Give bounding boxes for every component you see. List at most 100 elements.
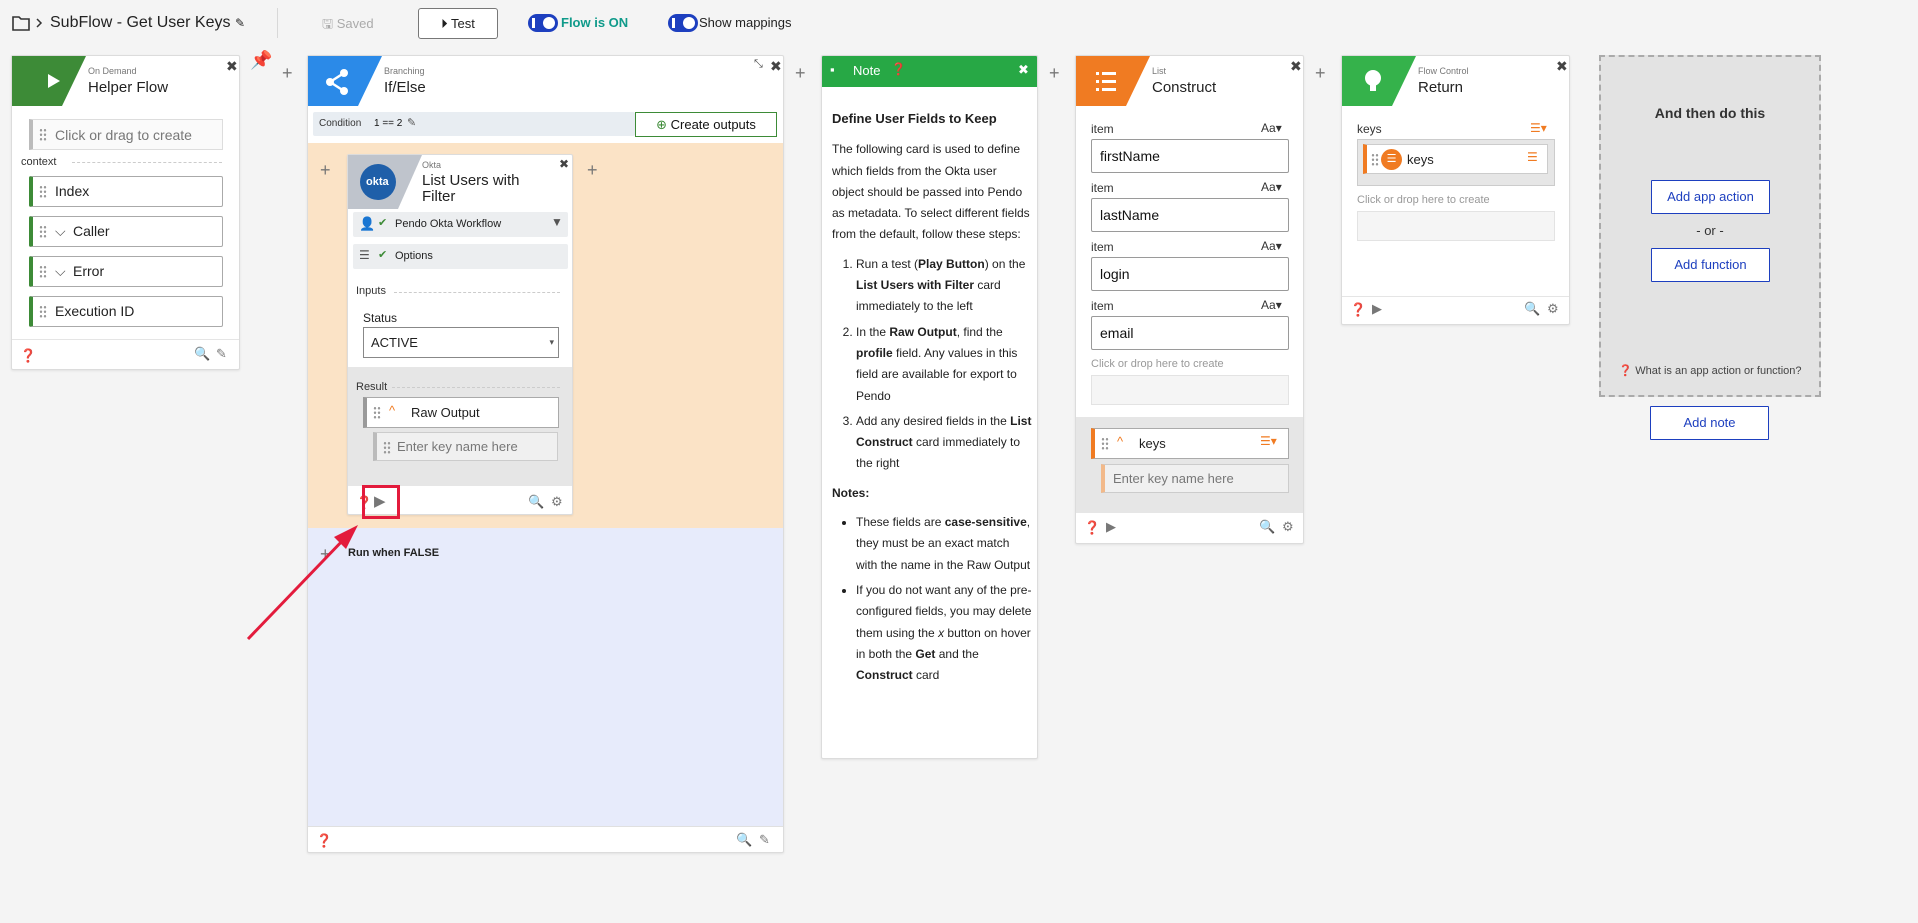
help-icon[interactable]: ❓ [1084,520,1100,536]
chevron-up-icon[interactable]: ^ [389,403,395,418]
field-index[interactable]: Index [29,176,223,207]
drop-zone[interactable] [1091,375,1289,405]
click-to-create-placeholder[interactable]: Click or drag to create [29,119,223,150]
drag-handle-icon[interactable] [1101,437,1109,451]
list-type-icon[interactable]: ☰▾ [1530,121,1547,135]
keys-pill[interactable]: ☰ keys ☰ [1363,144,1548,174]
add-card-plus[interactable]: + [1049,63,1060,84]
connection-selector[interactable]: 👤 ✔ Pendo Okta Workflow ▼ [353,212,568,237]
item-label: item [1091,240,1114,254]
note-intro: The following card is used to define whi… [832,142,1030,242]
play-icon[interactable]: ▶ [1372,301,1382,317]
pencil-icon[interactable]: ✎ [759,832,770,848]
drag-handle-icon[interactable] [39,128,47,142]
chevron-down-icon[interactable]: ⌵ [55,217,66,246]
note-card: ▪ Note ❓ ✖ Define User Fields to Keep Th… [821,55,1038,759]
status-select[interactable]: ACTIVE ▾ [363,327,559,358]
play-icon [12,56,86,106]
caret-down-icon[interactable]: ▼ [551,215,563,229]
item-input-login[interactable]: login [1091,257,1289,291]
collapse-icon[interactable]: ⤡ [754,58,763,71]
options-selector[interactable]: ☰ ✔ Options [353,244,568,269]
raw-output-field[interactable]: ^ Raw Output [363,397,559,428]
drag-handle-icon[interactable] [1371,153,1379,167]
add-card-plus[interactable]: + [1315,63,1326,84]
condition-bar[interactable]: Condition 1 == 2 ✎ [313,112,635,136]
search-icon[interactable]: 🔍 [194,346,210,362]
type-selector[interactable]: Aa▾ [1261,298,1282,312]
chevron-up-icon[interactable]: ^ [1117,434,1123,449]
play-icon[interactable]: ▶ [1106,519,1116,535]
field-error[interactable]: ⌵ Error [29,256,223,287]
play-circle-icon: ⏵ [441,16,448,31]
type-selector[interactable]: Aa▾ [1261,180,1282,194]
divider [392,387,560,388]
gear-icon[interactable]: ⚙ [1282,519,1294,535]
pin-icon[interactable]: 📌 [250,50,272,71]
drag-handle-icon[interactable] [39,265,47,279]
user-icon: 👤 [359,216,376,231]
flow-title[interactable]: SubFlow - Get User Keys ✎ [50,14,245,32]
show-mappings-toggle[interactable] [668,14,698,32]
flow-on-toggle[interactable] [528,14,558,32]
item-input-firstname[interactable]: firstName [1091,139,1289,173]
search-icon[interactable]: 🔍 [1524,301,1540,317]
chevron-down-icon[interactable]: ⌵ [55,257,66,286]
close-icon[interactable]: ✖ [770,58,782,75]
gear-icon[interactable]: ⚙ [1547,301,1559,317]
add-app-action-button[interactable]: Add app action [1651,180,1770,214]
folder-icon[interactable] [12,14,44,32]
search-icon[interactable]: 🔍 [528,494,544,510]
key-name-input[interactable]: Enter key name here [1101,464,1289,493]
edit-pencil-icon[interactable]: ✎ [235,16,245,30]
create-outputs-button[interactable]: ⊕ Create outputs [635,112,777,137]
help-icon[interactable]: ❓ [316,833,332,849]
drag-handle-icon[interactable] [39,185,47,199]
add-note-button[interactable]: Add note [1650,406,1769,440]
card-footer [308,826,783,827]
add-card-plus[interactable]: + [320,160,331,181]
add-card-plus[interactable]: + [282,63,293,84]
close-icon[interactable]: ✖ [1556,58,1568,75]
keys-output-field[interactable]: ^ keys ☰▾ [1091,428,1289,459]
drag-handle-icon[interactable] [383,441,391,455]
flow-status-label: Flow is ON [561,15,629,30]
add-card-plus[interactable]: + [795,63,806,84]
test-play-button-highlight[interactable]: ▶ [362,485,400,519]
play-icon[interactable]: ▶ [374,492,386,510]
close-icon[interactable]: ✖ [1290,58,1302,75]
add-card-plus[interactable]: + [587,160,598,181]
pencil-icon[interactable]: ✎ [216,346,227,362]
drop-zone[interactable] [1357,211,1555,241]
drag-handle-icon[interactable] [39,225,47,239]
type-selector[interactable]: Aa▾ [1261,239,1282,253]
item-input-email[interactable]: email [1091,316,1289,350]
close-icon[interactable]: ✖ [226,58,238,75]
close-icon[interactable]: ✖ [559,157,569,171]
help-icon[interactable]: ❓ [20,348,36,364]
gear-icon[interactable]: ⚙ [551,494,563,510]
list-type-icon[interactable]: ☰ [1527,150,1538,164]
add-function-button[interactable]: Add function [1651,248,1770,282]
drag-handle-icon[interactable] [39,305,47,319]
search-icon[interactable]: 🔍 [1259,519,1275,535]
help-circle-icon[interactable]: ❓ [891,62,906,76]
field-caller[interactable]: ⌵ Caller [29,216,223,247]
saved-indicator: 🖫 Saved [322,16,374,31]
panel-heading: And then do this [1654,105,1766,121]
type-selector[interactable]: Aa▾ [1261,121,1282,135]
list-type-icon[interactable]: ☰▾ [1260,434,1277,448]
pencil-icon[interactable]: ✎ [407,116,416,129]
help-icon[interactable]: ❓ [1350,302,1366,318]
help-link[interactable]: ❓ What is an app action or function? [1601,364,1819,377]
item-label: item [1091,299,1114,313]
close-icon[interactable]: ✖ [1018,62,1029,78]
test-button[interactable]: ⏵ Test [418,8,498,39]
item-input-lastname[interactable]: lastName [1091,198,1289,232]
drag-handle-icon[interactable] [373,406,381,420]
search-icon[interactable]: 🔍 [736,832,752,848]
key-name-input[interactable]: Enter key name here [373,432,558,461]
divider [394,292,560,293]
if-else-card-header: Branching If/Else ⤡ ✖ [308,56,783,106]
field-execution-id[interactable]: Execution ID [29,296,223,327]
